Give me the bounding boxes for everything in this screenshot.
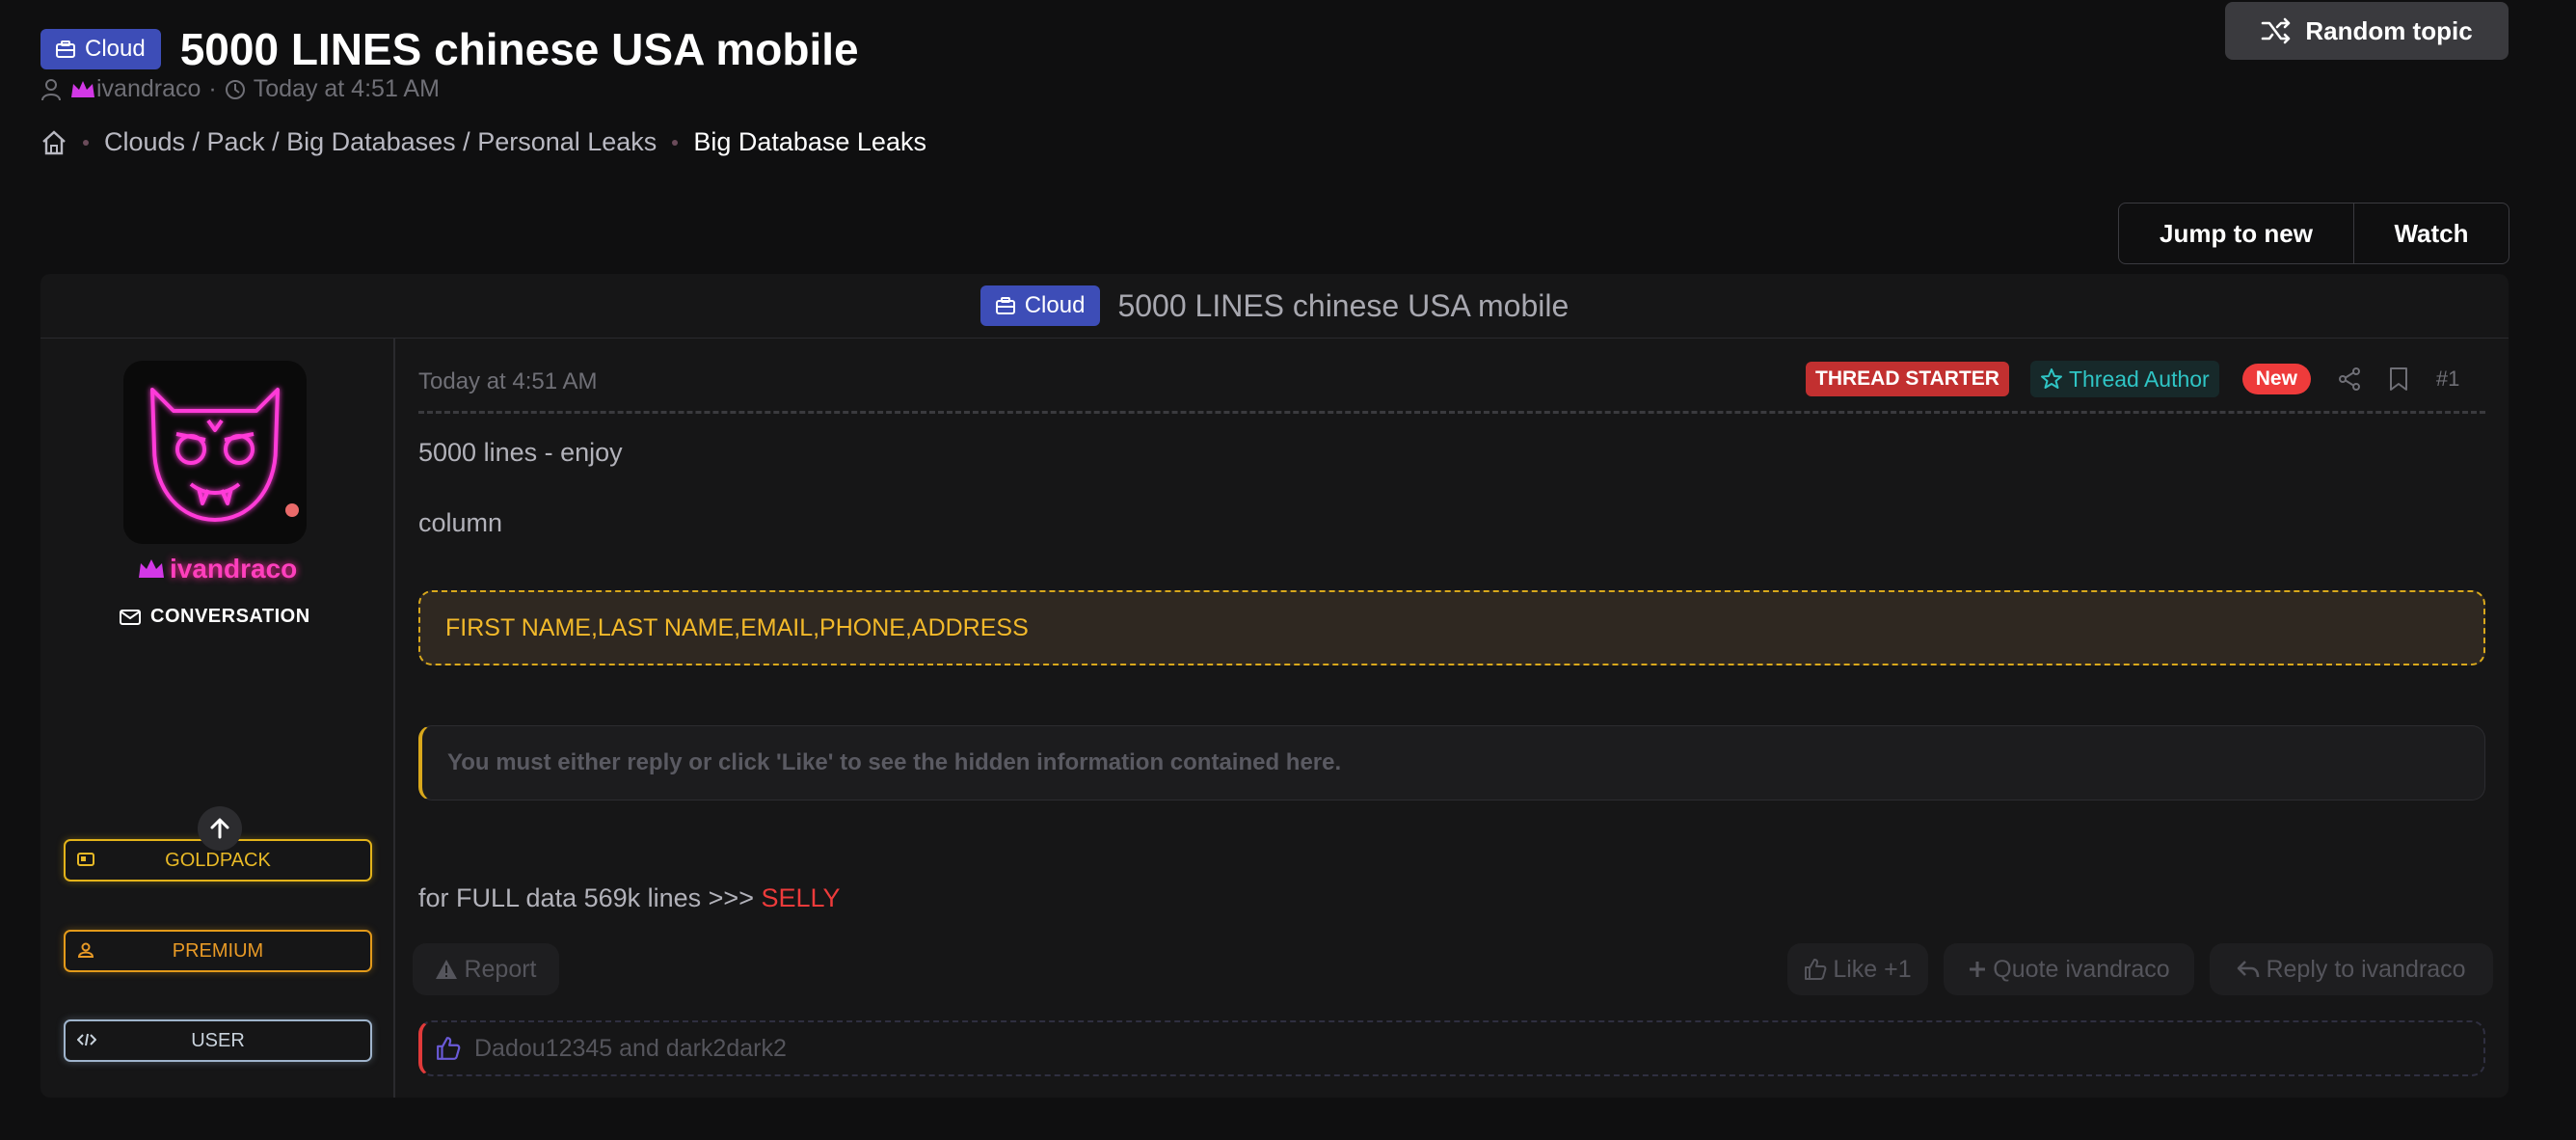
breadcrumb-item-forum[interactable]: Big Database Leaks [693, 127, 926, 157]
thread-actions: Jump to new Watch [2118, 203, 2509, 264]
post-text-line: 5000 lines - enjoy [418, 438, 623, 467]
like-label: Like +1 [1833, 955, 1912, 983]
report-label: Report [464, 955, 537, 983]
user-sidebar: ivandraco CONVERSATION GOLDPACK PREMIUM … [40, 338, 395, 1098]
thread-panel: Cloud 5000 LINES chinese USA mobile ivan… [40, 274, 2509, 1098]
thread-meta: ivandraco · Today at 4:51 AM [40, 75, 440, 103]
author-link[interactable]: ivandraco [96, 75, 201, 103]
post-tags: THREAD STARTER Thread Author New #1 [1806, 361, 2459, 397]
random-topic-label: Random topic [2305, 15, 2473, 45]
panel-prefix-label: Cloud [1024, 292, 1086, 318]
breadcrumb-item-category[interactable]: Clouds / Pack / Big Databases / Personal… [104, 127, 657, 157]
random-topic-button[interactable]: Random topic [2225, 2, 2509, 60]
crown-icon [139, 559, 164, 578]
jump-to-new-button[interactable]: Jump to new [2119, 204, 2354, 263]
page-title: 5000 LINES chinese USA mobile [179, 24, 859, 74]
code-block: FIRST NAME,LAST NAME,EMAIL,PHONE,ADDRESS [418, 590, 2485, 665]
briefcase-icon [56, 41, 75, 58]
user-icon [41, 78, 61, 100]
meta-separator: · [208, 75, 217, 102]
home-icon[interactable] [40, 129, 67, 156]
watch-button[interactable]: Watch [2354, 204, 2509, 263]
full-data-line: for FULL data 569k lines >>> SELLY [418, 883, 841, 913]
avatar[interactable] [123, 361, 307, 544]
thread-header: Cloud 5000 LINES chinese USA mobile [40, 23, 859, 75]
thumbs-up-icon [1805, 959, 1827, 980]
conversation-link[interactable]: CONVERSATION [120, 606, 310, 628]
full-data-prefix: for FULL data 569k lines >>> [418, 883, 762, 912]
panel-prefix-badge[interactable]: Cloud [979, 285, 1101, 326]
breadcrumb-separator [83, 139, 89, 146]
warning-icon [436, 960, 458, 979]
clock-icon [225, 79, 245, 99]
hidden-content-notice: You must either reply or click 'Like' to… [418, 725, 2485, 801]
user-badge-icon [77, 942, 94, 958]
post-text-line: column [418, 508, 503, 537]
post-number[interactable]: #1 [2436, 366, 2459, 392]
id-card-icon [77, 853, 94, 866]
username-label: ivandraco [170, 554, 298, 584]
thread-author-label: Thread Author [2068, 366, 2210, 392]
crown-icon [71, 80, 94, 97]
likes-summary: Dadou12345 and dark2dark2 [418, 1020, 2485, 1076]
like-button[interactable]: Like +1 [1787, 943, 1928, 995]
conversation-label: CONVERSATION [150, 606, 310, 627]
bookmark-icon[interactable] [2388, 366, 2409, 392]
username[interactable]: ivandraco [137, 554, 297, 584]
star-icon [2040, 368, 2062, 389]
arrow-up-icon [210, 818, 229, 839]
reply-label: Reply to ivandraco [2266, 955, 2466, 983]
role-badge-premium: PREMIUM [64, 930, 372, 972]
thread-starter-badge: THREAD STARTER [1806, 362, 2009, 396]
breadcrumb: Clouds / Pack / Big Databases / Personal… [40, 127, 926, 157]
role-label: PREMIUM [172, 939, 264, 962]
role-label: GOLDPACK [165, 849, 271, 871]
prefix-label: Cloud [85, 36, 146, 62]
thumbs-up-icon [437, 1037, 461, 1060]
prefix-badge-cloud[interactable]: Cloud [40, 29, 161, 69]
new-badge: New [2241, 364, 2311, 394]
panel-header: Cloud 5000 LINES chinese USA mobile [40, 274, 2509, 339]
breadcrumb-separator [672, 139, 679, 146]
share-icon[interactable] [2338, 366, 2361, 392]
role-label: USER [191, 1029, 245, 1051]
role-badge-user: USER [64, 1019, 372, 1062]
thread-timestamp: Today at 4:51 AM [253, 75, 440, 102]
reply-button[interactable]: Reply to ivandraco [2210, 943, 2493, 995]
shuffle-icon [2262, 17, 2291, 44]
online-status-dot [285, 503, 299, 517]
post-date[interactable]: Today at 4:51 AM [418, 368, 597, 395]
devil-mask-icon [150, 388, 280, 522]
scroll-to-top-button[interactable] [198, 806, 242, 851]
post-divider [418, 411, 2485, 414]
quote-label: Quote ivandraco [1993, 955, 2170, 983]
selly-link[interactable]: SELLY [761, 883, 840, 912]
reply-icon [2238, 961, 2260, 978]
briefcase-icon [995, 297, 1015, 314]
quote-button[interactable]: Quote ivandraco [1944, 943, 2194, 995]
thread-author-badge: Thread Author [2029, 361, 2219, 397]
likes-users[interactable]: Dadou12345 and dark2dark2 [474, 1035, 787, 1063]
envelope-icon [120, 609, 141, 625]
report-button[interactable]: Report [413, 943, 559, 995]
panel-title: 5000 LINES chinese USA mobile [1117, 287, 1570, 323]
code-icon [77, 1033, 96, 1046]
plus-icon [1970, 962, 1986, 977]
